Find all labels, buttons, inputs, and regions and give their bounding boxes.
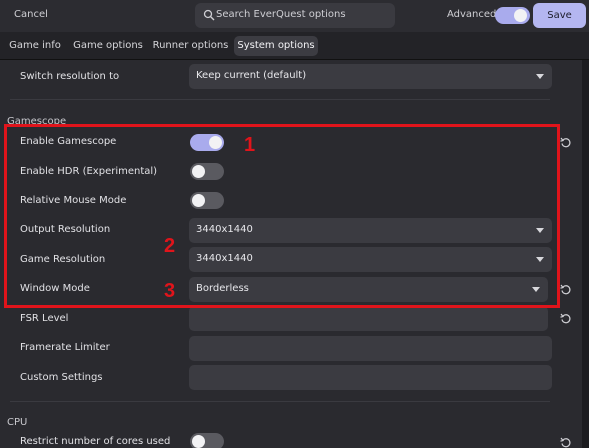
chevron-down-icon <box>536 74 544 79</box>
divider <box>10 401 550 402</box>
search-icon <box>203 9 215 21</box>
tab-game-options[interactable]: Game options <box>70 36 146 56</box>
scrollbar[interactable] <box>582 60 589 448</box>
switch-resolution-value: Keep current (default) <box>196 70 307 81</box>
tab-game-info[interactable]: Game info <box>6 36 64 56</box>
reset-icon[interactable] <box>560 437 571 448</box>
switch-resolution-select[interactable]: Keep current (default) <box>189 64 552 89</box>
reset-icon[interactable] <box>560 313 571 324</box>
advanced-toggle[interactable] <box>495 7 530 24</box>
reset-icon[interactable] <box>560 137 571 148</box>
custom-settings-label: Custom Settings <box>20 372 103 383</box>
framerate-limiter-input[interactable] <box>189 336 552 361</box>
annotation-highlight-box <box>4 124 560 308</box>
header-bar: Cancel Search EverQuest options Advanced… <box>0 0 589 32</box>
toggle-knob <box>514 9 527 22</box>
annotation-number-3: 3 <box>164 280 176 302</box>
custom-settings-input[interactable] <box>189 365 552 390</box>
search-placeholder: Search EverQuest options <box>216 9 346 20</box>
restrict-cores-toggle[interactable] <box>190 433 224 448</box>
annotation-number-2: 2 <box>164 235 176 257</box>
cpu-section-title: CPU <box>7 417 28 428</box>
framerate-limiter-label: Framerate Limiter <box>20 342 110 353</box>
cancel-button[interactable]: Cancel <box>14 9 48 20</box>
advanced-label: Advanced <box>447 9 497 20</box>
reset-icon[interactable] <box>560 284 571 295</box>
save-button[interactable]: Save <box>533 3 586 28</box>
restrict-cores-label: Restrict number of cores used <box>20 436 171 447</box>
tab-bar: Game info Game options Runner options Sy… <box>0 32 589 60</box>
annotation-number-1: 1 <box>244 134 256 156</box>
tab-system-options[interactable]: System options <box>234 36 318 56</box>
tab-runner-options[interactable]: Runner options <box>151 36 230 56</box>
switch-resolution-label: Switch resolution to <box>20 71 120 82</box>
toggle-knob <box>192 435 205 448</box>
divider <box>10 99 550 100</box>
search-input[interactable]: Search EverQuest options <box>195 3 395 28</box>
fsr-level-input[interactable] <box>189 306 548 331</box>
fsr-level-label: FSR Level <box>20 313 69 324</box>
